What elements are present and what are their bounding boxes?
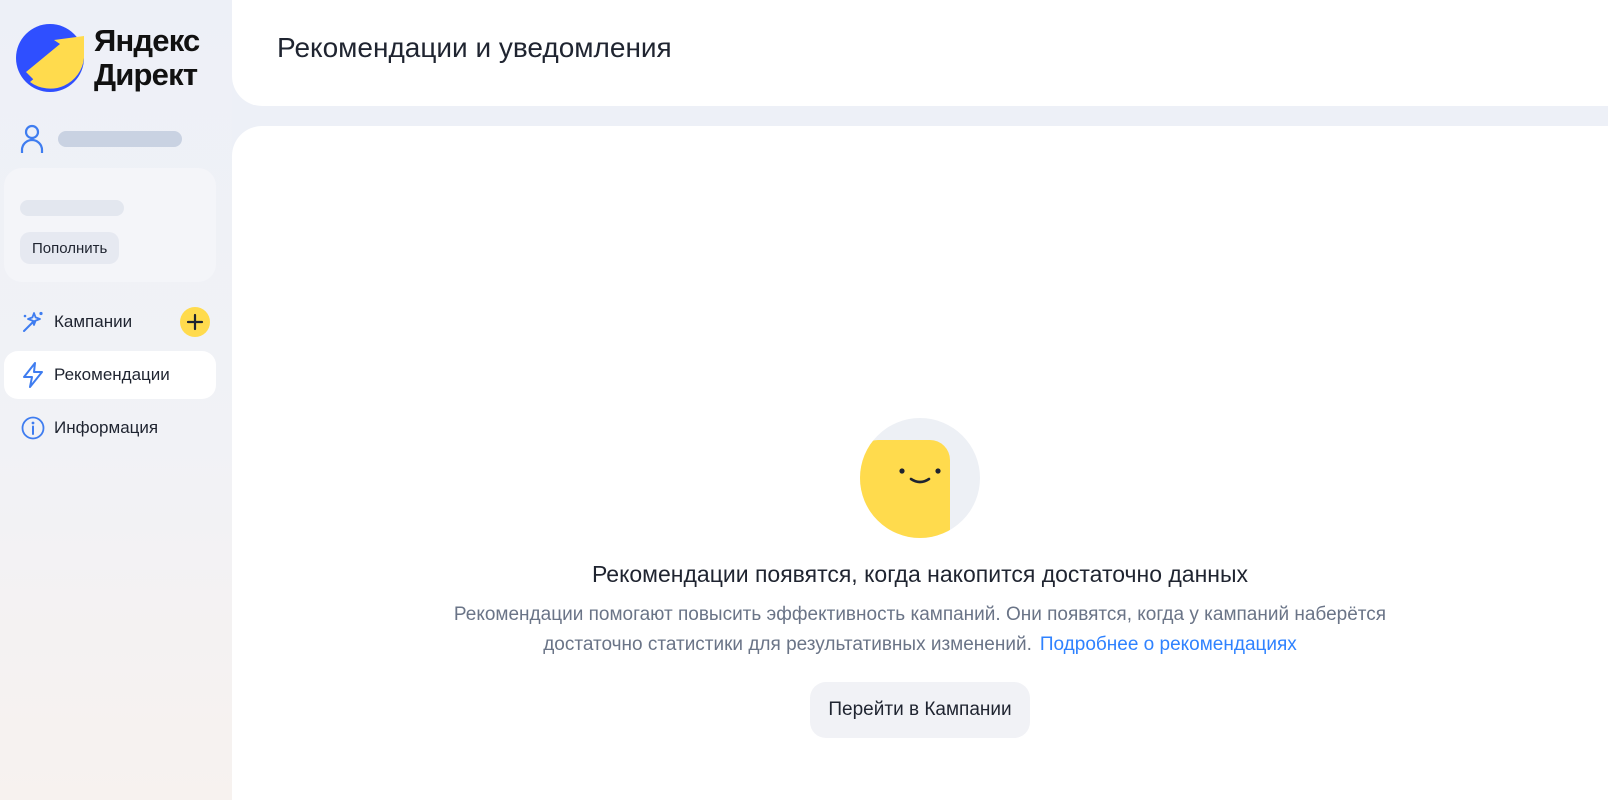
page-title: Рекомендации и уведомления: [277, 32, 672, 63]
profile[interactable]: [20, 124, 182, 154]
empty-state-description: Рекомендации помогают повысить эффективн…: [420, 600, 1420, 660]
profile-name-placeholder: [58, 131, 182, 147]
sidebar-item-campaigns[interactable]: Кампании: [4, 298, 216, 346]
topup-button[interactable]: Пополнить: [20, 232, 120, 264]
page-header: Рекомендации и уведомления: [232, 0, 1608, 106]
empty-state: Рекомендации появятся, когда накопится д…: [232, 416, 1608, 738]
logo-text: Яндекс Директ: [94, 23, 200, 92]
main-content: Рекомендации появятся, когда накопится д…: [232, 126, 1608, 800]
sparkle-wand-icon: [20, 309, 46, 335]
sidebar-item-label: Кампании: [54, 312, 133, 331]
learn-more-link[interactable]: Подробнее о рекомендациях: [1040, 634, 1297, 655]
go-to-campaigns-button[interactable]: Перейти в Кампании: [810, 682, 1030, 738]
sidebar-item-information[interactable]: Информация: [4, 404, 216, 452]
plus-icon: [186, 313, 204, 331]
sidebar: Яндекс Директ Пополнить Кампании Рекомен…: [0, 0, 232, 800]
add-campaign-button[interactable]: [180, 307, 210, 337]
balance-placeholder: [20, 200, 124, 216]
sidebar-nav: Кампании Рекомендации Информация: [4, 298, 216, 457]
logo-line-1: Яндекс: [94, 23, 200, 58]
empty-state-title: Рекомендации появятся, когда накопится д…: [591, 561, 1249, 587]
app-root: Яндекс Директ Пополнить Кампании Рекомен…: [0, 0, 1608, 800]
logo[interactable]: Яндекс Директ: [16, 22, 200, 94]
info-icon: [20, 415, 46, 441]
balance-card: Пополнить: [4, 168, 216, 282]
smiling-face-illustration: [860, 418, 980, 538]
sidebar-item-recommendations[interactable]: Рекомендации: [4, 351, 216, 399]
logo-line-2: Директ: [94, 57, 198, 92]
lightning-icon: [20, 362, 46, 388]
yandex-direct-arrow-icon: [16, 24, 84, 92]
sidebar-item-label: Информация: [54, 418, 159, 437]
user-icon: [20, 124, 44, 153]
sidebar-item-label: Рекомендации: [54, 365, 170, 384]
